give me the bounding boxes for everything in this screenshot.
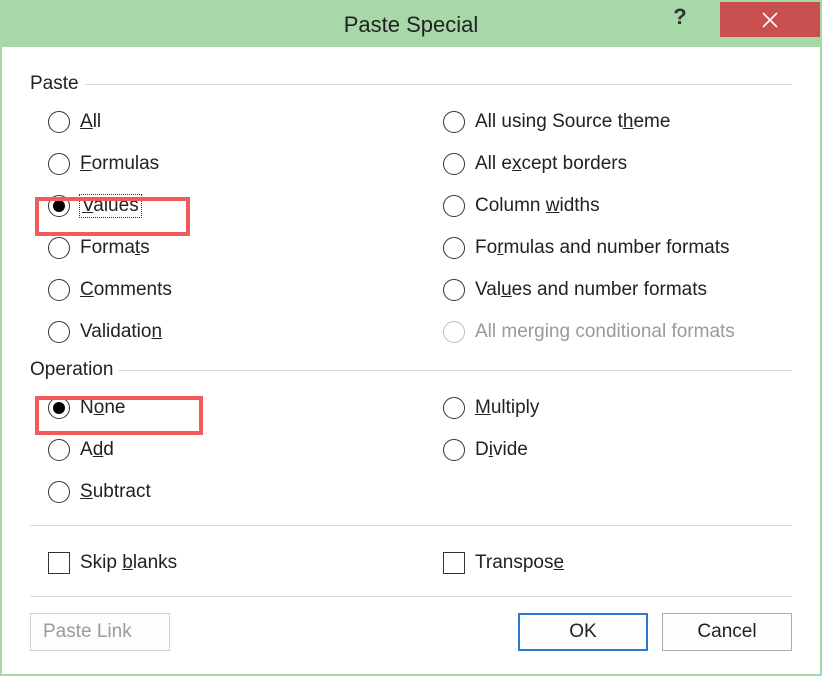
checkbox-label: Skip blanks [80, 552, 177, 574]
radio-formulas[interactable]: Formulas [30, 143, 425, 185]
radio-label: All using Source theme [475, 111, 670, 133]
titlebar: Paste Special ? [2, 2, 820, 47]
radio-label: Multiply [475, 397, 539, 419]
radio-all-except-borders[interactable]: All except borders [425, 143, 792, 185]
paste-left-column: All Formulas Values Formats Comments Validati… [30, 101, 425, 353]
radio-label: Values and number formats [475, 279, 707, 301]
radio-all-source-theme[interactable]: All using Source theme [425, 101, 792, 143]
radio-indicator [48, 153, 70, 175]
radio-formulas-number-formats[interactable]: Formulas and number formats [425, 227, 792, 269]
group-paste-label: Paste [30, 73, 85, 95]
radio-indicator [48, 237, 70, 259]
radio-label: All except borders [475, 153, 627, 175]
radio-divide[interactable]: Divide [425, 429, 792, 471]
radio-label: All [80, 111, 101, 133]
radio-indicator [443, 237, 465, 259]
radio-label: None [80, 397, 125, 419]
radio-indicator [48, 481, 70, 503]
dialog-title: Paste Special [344, 12, 479, 38]
checkbox-label: Transpose [475, 552, 564, 574]
radio-indicator [48, 111, 70, 133]
checkbox-box [48, 552, 70, 574]
radio-label: Formats [80, 237, 150, 259]
checkbox-box [443, 552, 465, 574]
radio-none[interactable]: None [30, 387, 425, 429]
paste-right-column: All using Source theme All except borders… [425, 101, 792, 353]
radio-indicator [48, 321, 70, 343]
radio-all[interactable]: All [30, 101, 425, 143]
separator [30, 525, 792, 526]
radio-indicator [48, 397, 70, 419]
radio-label: Values [80, 195, 141, 217]
radio-validation[interactable]: Validation [30, 311, 425, 353]
radio-label: Formulas and number formats [475, 237, 730, 259]
separator [30, 596, 792, 597]
radio-indicator [443, 397, 465, 419]
radio-subtract[interactable]: Subtract [30, 471, 425, 513]
close-icon [761, 11, 779, 29]
radio-label: Subtract [80, 481, 151, 503]
radio-formats[interactable]: Formats [30, 227, 425, 269]
dialog-body: Paste All Formulas Values Formats Comments Va… [2, 47, 820, 671]
radio-indicator [48, 279, 70, 301]
radio-values-number-formats[interactable]: Values and number formats [425, 269, 792, 311]
ok-button[interactable]: OK [518, 613, 648, 651]
paste-link-button: Paste Link [30, 613, 170, 651]
radio-indicator [443, 279, 465, 301]
operation-left-column: None Add Subtract [30, 387, 425, 513]
cancel-button[interactable]: Cancel [662, 613, 792, 651]
radio-label: Divide [475, 439, 528, 461]
group-operation-rule [119, 370, 792, 371]
group-operation-label: Operation [30, 359, 119, 381]
radio-label: Column widths [475, 195, 600, 217]
radio-multiply[interactable]: Multiply [425, 387, 792, 429]
group-operation-header: Operation [30, 359, 792, 381]
radio-values[interactable]: Values [30, 185, 425, 227]
radio-label: All merging conditional formats [475, 321, 735, 343]
button-row: Paste Link OK Cancel [30, 613, 792, 651]
radio-indicator [443, 111, 465, 133]
help-button[interactable]: ? [655, 2, 705, 37]
radio-label: Formulas [80, 153, 159, 175]
radio-label: Validation [80, 321, 162, 343]
close-button[interactable] [720, 2, 820, 37]
radio-column-widths[interactable]: Column widths [425, 185, 792, 227]
radio-indicator [443, 439, 465, 461]
checkbox-transpose[interactable]: Transpose [425, 542, 792, 584]
group-paste-header: Paste [30, 73, 792, 95]
radio-indicator [443, 195, 465, 217]
checkbox-skip-blanks[interactable]: Skip blanks [30, 542, 425, 584]
radio-label: Add [80, 439, 114, 461]
group-paste-rule [85, 84, 792, 85]
radio-label: Comments [80, 279, 172, 301]
radio-comments[interactable]: Comments [30, 269, 425, 311]
radio-indicator [443, 153, 465, 175]
radio-all-merging-conditional-formats: All merging conditional formats [425, 311, 792, 353]
operation-right-column: Multiply Divide [425, 387, 792, 513]
radio-indicator [48, 439, 70, 461]
paste-special-dialog: Paste Special ? Paste All Formulas Values F… [0, 0, 822, 676]
radio-indicator [443, 321, 465, 343]
radio-indicator [48, 195, 70, 217]
radio-add[interactable]: Add [30, 429, 425, 471]
